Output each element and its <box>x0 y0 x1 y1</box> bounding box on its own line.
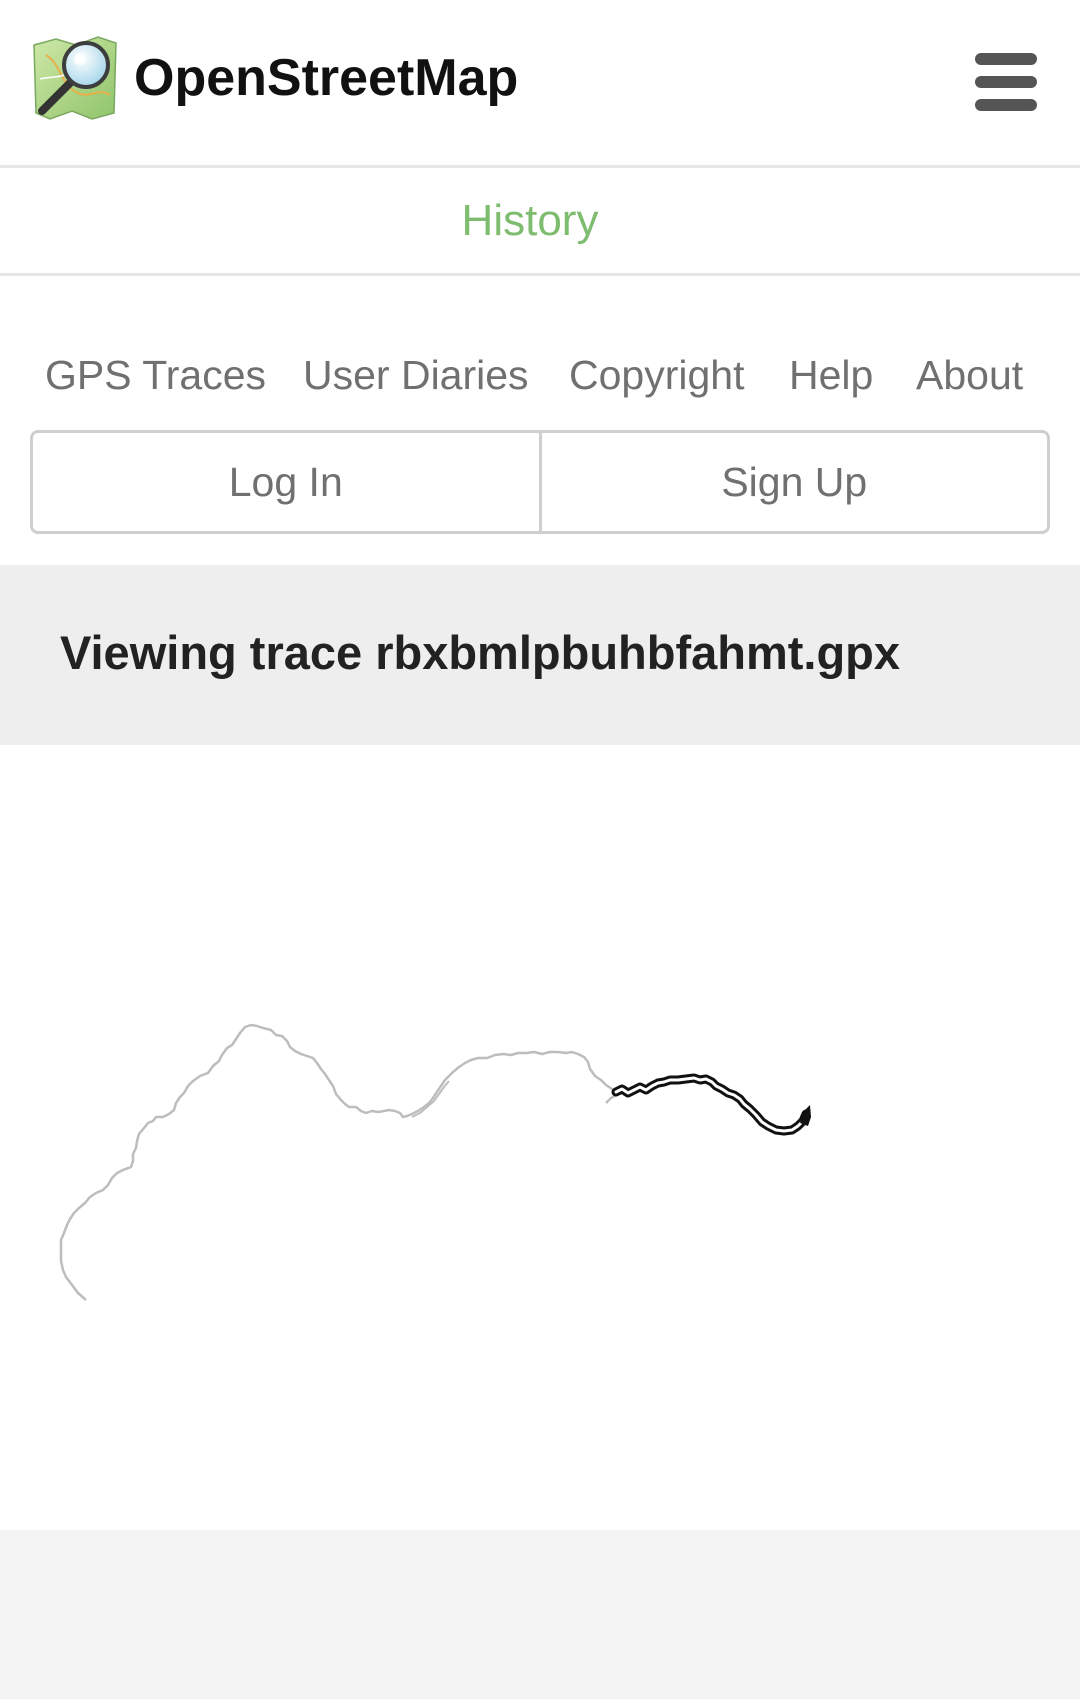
brand-name: OpenStreetMap <box>134 49 519 107</box>
menu-bar <box>975 76 1037 88</box>
history-tab-row: History <box>0 168 1080 276</box>
nav-copyright[interactable]: Copyright <box>569 345 744 405</box>
auth-button-group: Log In Sign Up <box>30 430 1050 534</box>
site-header: OpenStreetMap <box>0 0 1080 168</box>
menu-bar <box>975 99 1037 111</box>
brand-link[interactable]: OpenStreetMap <box>32 32 518 124</box>
title-band: Viewing trace rbxbmlpbuhbfahmt.gpx <box>0 565 1080 745</box>
page-title: Viewing trace rbxbmlpbuhbfahmt.gpx <box>60 626 901 679</box>
openstreetmap-logo-icon <box>33 36 117 120</box>
login-button[interactable]: Log In <box>33 433 539 531</box>
nav-help[interactable]: Help <box>789 345 873 405</box>
secondary-nav: GPS Traces User Diaries Copyright Help A… <box>0 345 1080 405</box>
footer-band <box>0 1530 1080 1699</box>
nav-about[interactable]: About <box>916 345 1023 405</box>
tab-history[interactable]: History <box>462 196 599 246</box>
gps-trace-drawing <box>59 1023 811 1301</box>
signup-button[interactable]: Sign Up <box>538 433 1048 531</box>
nav-gps-traces[interactable]: GPS Traces <box>45 345 266 405</box>
hamburger-menu-icon[interactable] <box>975 53 1037 111</box>
page: OpenStreetMap History GPS Traces User Di… <box>0 0 1080 1699</box>
trace-path-dark-outer <box>611 1073 811 1136</box>
nav-user-diaries[interactable]: User Diaries <box>303 345 529 405</box>
trace-path-gray <box>59 1023 620 1301</box>
trace-image <box>0 745 1080 1530</box>
menu-bar <box>975 53 1037 65</box>
